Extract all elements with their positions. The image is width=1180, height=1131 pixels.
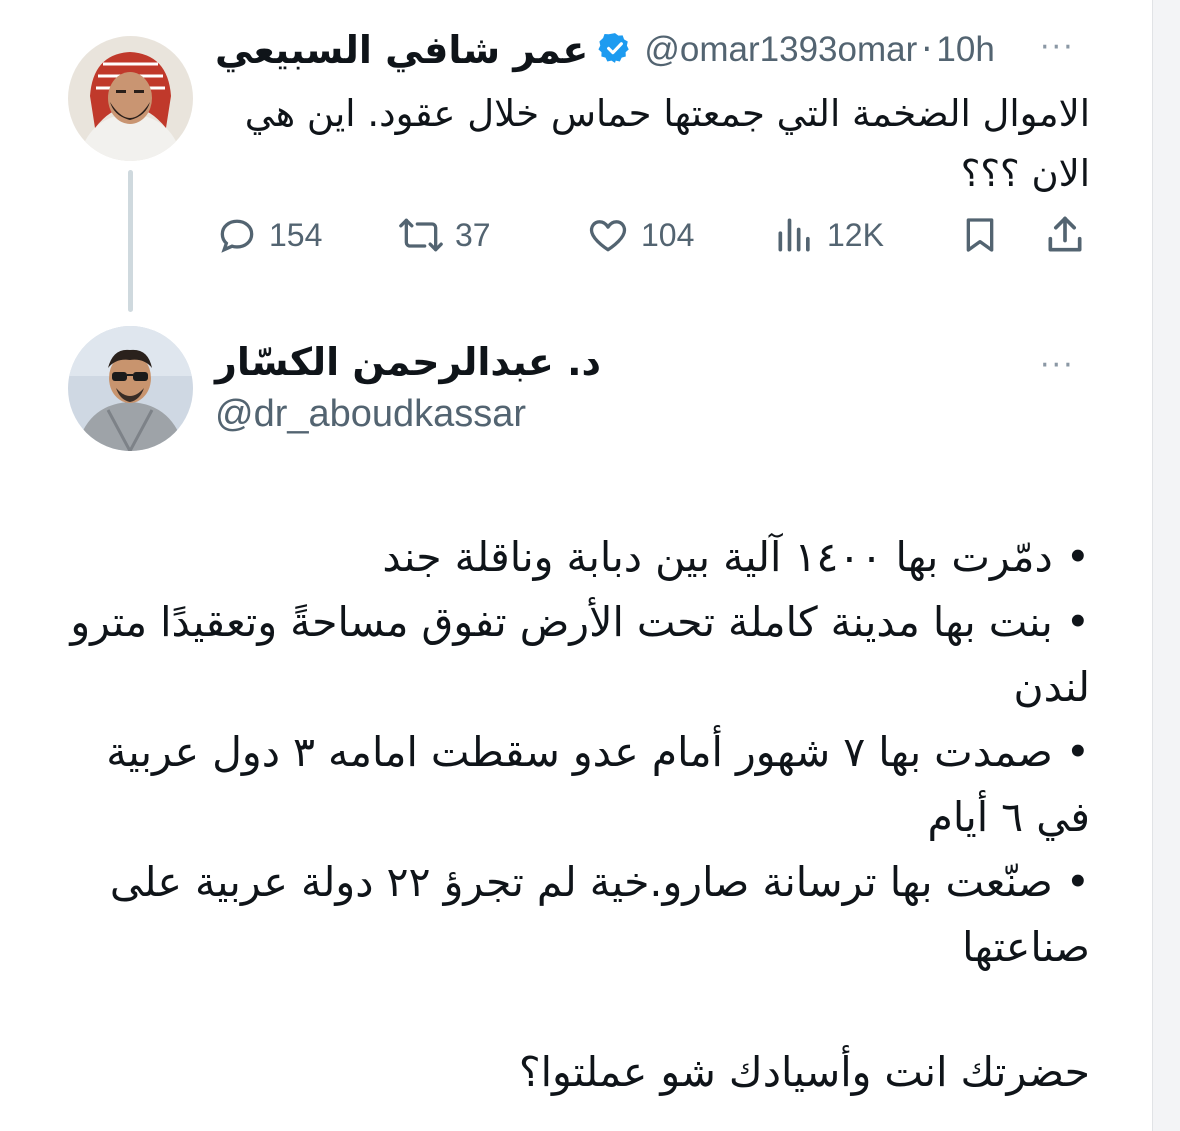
reply-bullet: • بنت بها مدينة كاملة تحت الأرض تفوق مسا… bbox=[70, 598, 1090, 711]
reply-avatar[interactable] bbox=[68, 326, 193, 451]
views-button[interactable]: 12K bbox=[773, 213, 884, 257]
author-handle[interactable]: @omar1393omar bbox=[644, 30, 917, 70]
reply-button[interactable]: 154 bbox=[215, 213, 322, 257]
like-button[interactable]: 104 bbox=[585, 213, 694, 257]
more-options-icon[interactable]: ··· bbox=[1040, 30, 1075, 65]
tweet-header: عمر شافي السبيعي @omar1393omar · 10h bbox=[215, 28, 995, 72]
retweet-icon bbox=[399, 218, 443, 252]
reply-bullet: • دمّرت بها ١٤٠٠ آلية بين دبابة وناقلة ج… bbox=[382, 533, 1090, 581]
reply-text: • دمّرت بها ١٤٠٠ آلية بين دبابة وناقلة ج… bbox=[60, 525, 1090, 980]
right-rail bbox=[1152, 0, 1180, 1131]
timestamp[interactable]: 10h bbox=[936, 30, 994, 70]
reply-bullet: • صنّعت بها ترسانة صارو.خية لم تجرؤ ٢٢ د… bbox=[109, 858, 1090, 971]
bookmark-icon bbox=[966, 218, 994, 252]
retweet-button[interactable]: 37 bbox=[397, 213, 491, 257]
tweet-text: الاموال الضخمة التي جمعتها حماس خلال عقو… bbox=[244, 92, 1090, 195]
reply-more-options-icon[interactable]: ··· bbox=[1040, 348, 1075, 383]
reply-closing-line: حضرتك انت وأسيادك شو عملتوا؟ bbox=[518, 1048, 1090, 1096]
tweet-actions: 154 37 104 12K bbox=[215, 205, 1095, 265]
reply-count: 154 bbox=[269, 216, 323, 253]
thread-connector-line bbox=[128, 170, 133, 312]
share-icon bbox=[1048, 216, 1082, 252]
views-icon bbox=[778, 218, 810, 252]
author-name[interactable]: عمر شافي السبيعي bbox=[215, 28, 588, 72]
separator-dot: · bbox=[921, 30, 933, 70]
reply-author-name[interactable]: د. عبدالرحمن الكسّار bbox=[215, 340, 601, 384]
heart-icon bbox=[589, 220, 627, 252]
views-count: 12K bbox=[827, 216, 884, 253]
reply-author-handle[interactable]: @dr_aboudkassar bbox=[215, 393, 526, 436]
reply-icon bbox=[220, 219, 254, 253]
verified-badge-icon bbox=[598, 31, 632, 69]
reply-bullet: • صمدت بها ٧ شهور أمام عدو سقطت امامه ٣ … bbox=[106, 728, 1090, 841]
retweet-count: 37 bbox=[455, 216, 491, 253]
share-button[interactable] bbox=[1043, 213, 1097, 257]
like-count: 104 bbox=[641, 216, 695, 253]
bookmark-button[interactable] bbox=[960, 213, 1010, 257]
avatar[interactable] bbox=[68, 36, 193, 161]
